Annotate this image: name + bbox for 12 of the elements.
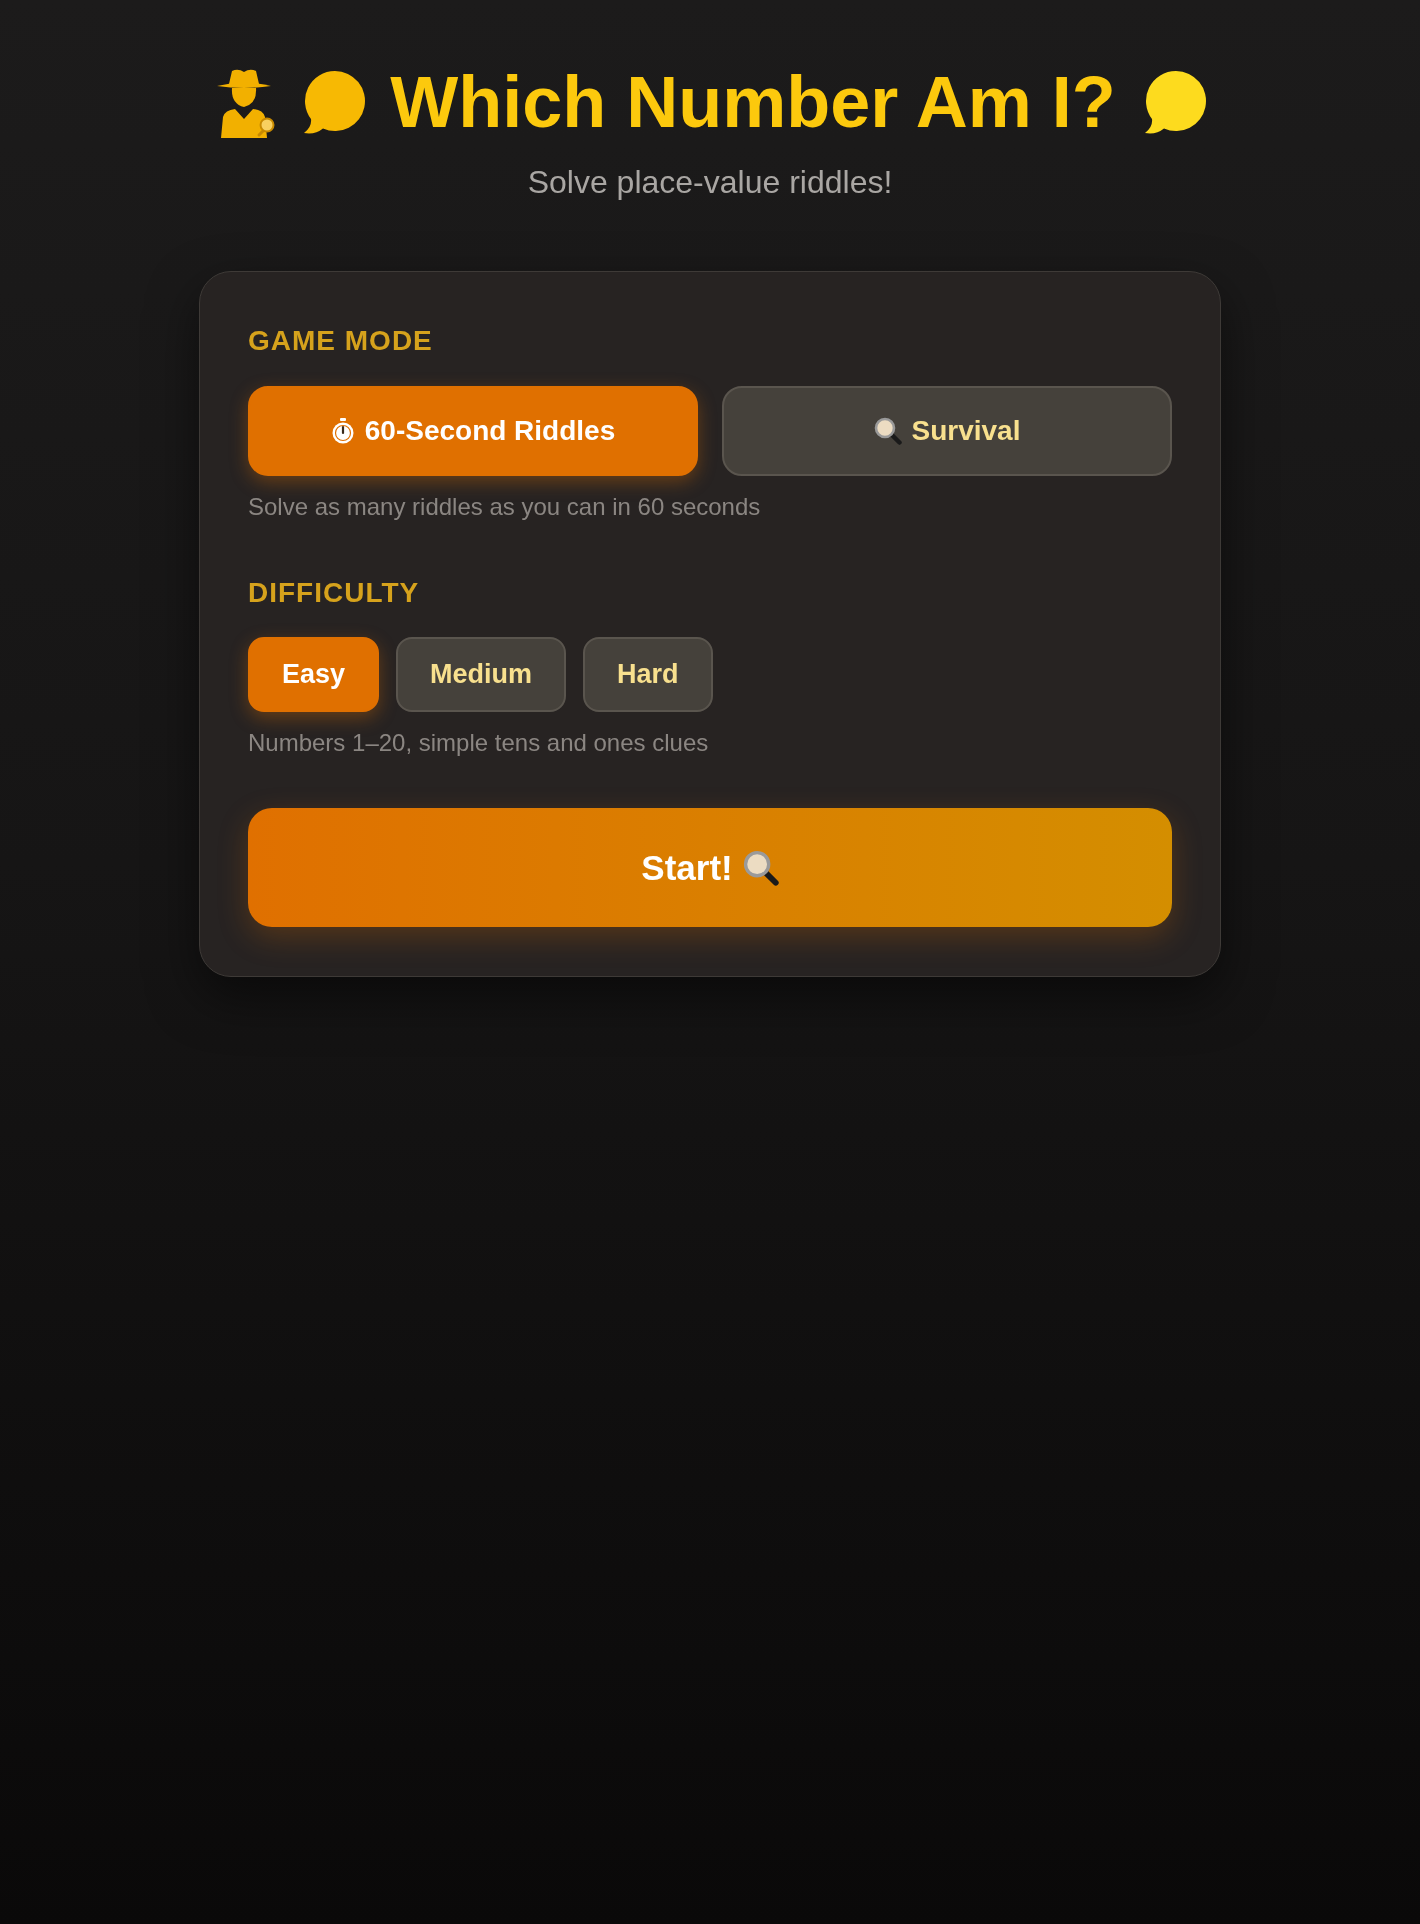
stopwatch-icon: [330, 418, 355, 444]
difficulty-button[interactable]: Medium: [396, 637, 567, 713]
page-subtitle: Solve place-value riddles!: [527, 163, 893, 202]
search-icon: [742, 849, 779, 886]
search-icon: [873, 417, 902, 445]
difficulty-description: Numbers 1–20, simple tens and ones clues: [248, 729, 710, 759]
difficulty-button[interactable]: Hard: [583, 637, 713, 713]
section-label: GAME MODE: [248, 324, 434, 358]
section-label: DIFFICULTY: [248, 575, 421, 610]
page-title: Which Number Am I?: [390, 60, 1116, 144]
mode-button[interactable]: Survival: [722, 386, 1172, 476]
mode-description: Solve as many riddles as you can in 60 seconds: [248, 493, 762, 522]
